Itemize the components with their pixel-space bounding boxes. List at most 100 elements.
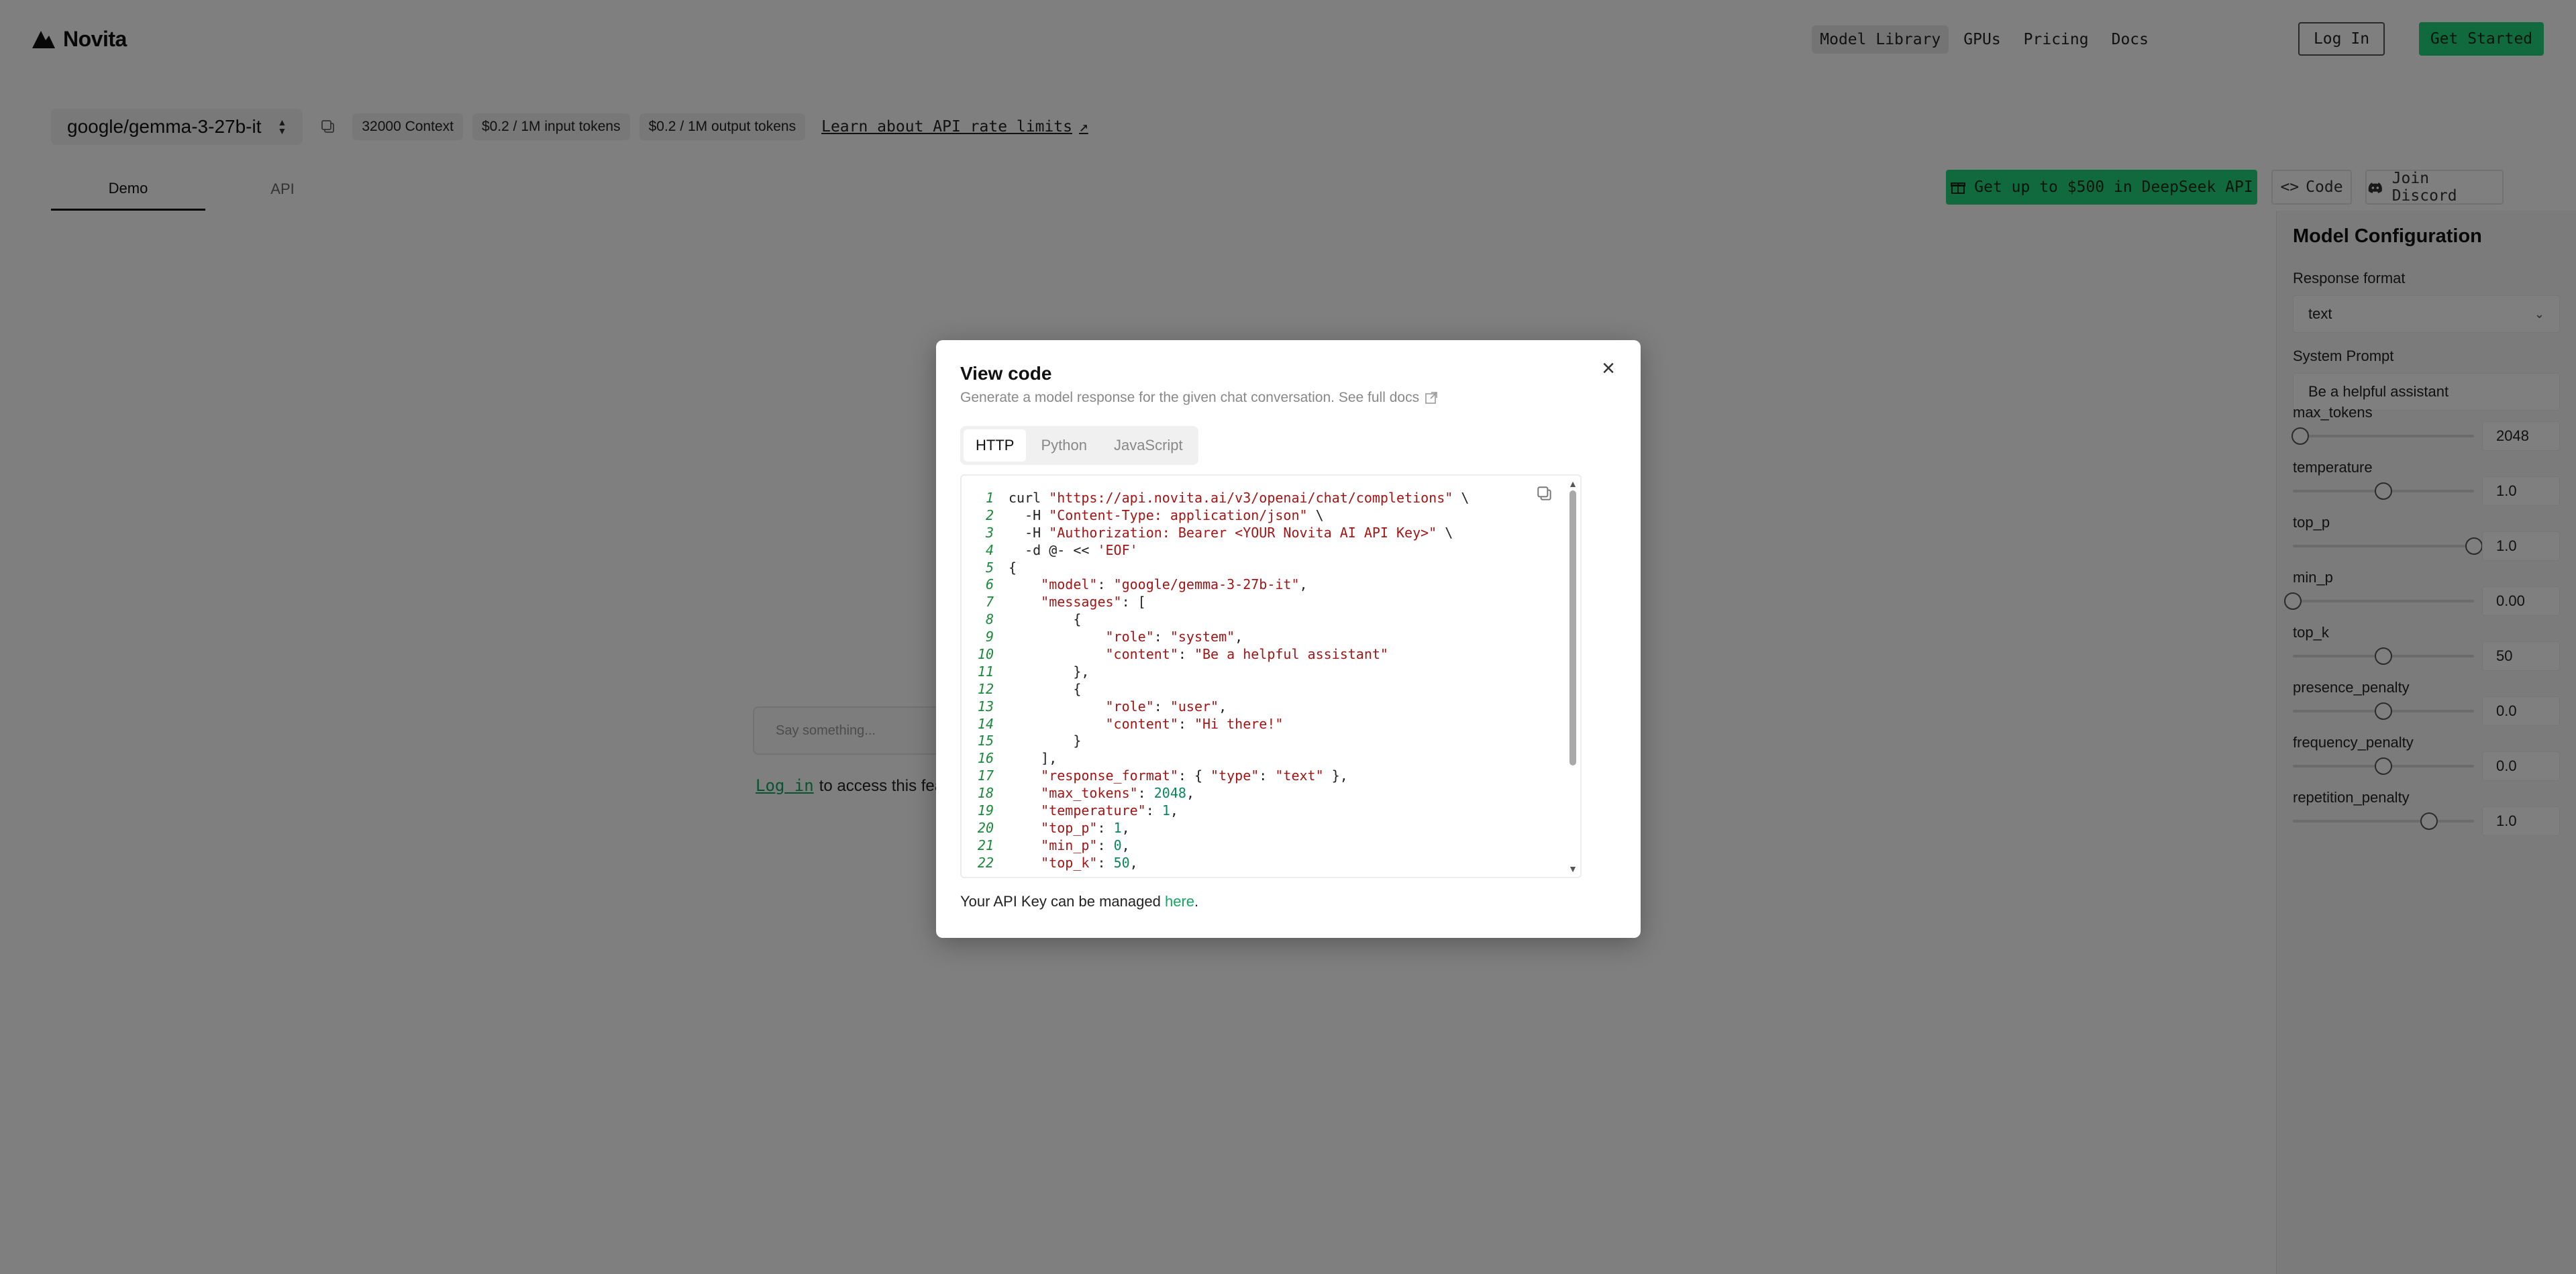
code-line: 2 -H "Content-Type: application/json" \ (962, 507, 1469, 524)
code-text: }, (1323, 767, 1348, 784)
code-text: : [ (1121, 594, 1146, 611)
code-line: 8 { (962, 611, 1469, 628)
code-line: 10 "content": "Be a helpful assistant" (962, 645, 1469, 663)
code-string: "Hi there!" (1194, 715, 1284, 732)
line-number: 10 (977, 645, 994, 662)
code-text: : (1097, 854, 1114, 871)
modal-subtitle-text[interactable]: Generate a model response for the given … (960, 390, 1419, 406)
code-text: -H (1009, 524, 1049, 541)
code-line: 6 "model": "google/gemma-3-27b-it", (962, 576, 1469, 593)
code-text: curl (1009, 489, 1049, 506)
scroll-down-arrow[interactable]: ▼ (1568, 863, 1578, 874)
line-number: 7 (985, 594, 994, 611)
line-number: 5 (985, 559, 994, 576)
code-text: \ (1307, 507, 1324, 523)
code-string: "system" (1170, 629, 1235, 645)
code-number: 50 (1113, 854, 1130, 871)
api-key-note-end: . (1194, 893, 1199, 910)
code-text: : (1097, 576, 1114, 593)
scrollbar-thumb[interactable] (1569, 490, 1576, 765)
code-line: 17 "response_format": { "type": "text" }… (962, 767, 1469, 784)
tab-javascript[interactable]: JavaScript (1102, 429, 1195, 462)
code-number: 1 (1162, 802, 1170, 818)
code-block: 1 curl "https://api.novita.ai/v3/openai/c… (960, 474, 1582, 878)
code-text: , (1121, 837, 1130, 853)
code-string: "Be a helpful assistant" (1194, 645, 1388, 662)
api-key-note-text: Your API Key can be managed (960, 893, 1161, 910)
code-string: "min_p" (1041, 837, 1098, 853)
line-number: 17 (977, 767, 994, 784)
code-text: : (1097, 837, 1114, 853)
line-number: 6 (985, 576, 994, 593)
line-number: 11 (977, 663, 994, 680)
code-string: "temperature" (1041, 802, 1146, 818)
line-number: 14 (977, 715, 994, 732)
code-line: 20 "top_p": 1, (962, 819, 1469, 837)
code-string: "role" (1105, 629, 1154, 645)
line-number: 1 (985, 489, 994, 506)
code-line: 19 "temperature": 1, (962, 802, 1469, 819)
code-string: 'EOF' (1097, 541, 1138, 558)
code-line: 4 -d @- << 'EOF' (962, 541, 1469, 559)
code-text: : (1178, 715, 1194, 732)
code-line: 14 "content": "Hi there!" (962, 715, 1469, 733)
code-text: ], (1009, 750, 1058, 767)
code-text: : (1145, 802, 1162, 818)
code-string: "Content-Type: application/json" (1049, 507, 1308, 523)
code-string: "user" (1170, 698, 1219, 714)
view-code-modal: View code × Generate a model response fo… (936, 340, 1641, 938)
code-string: "role" (1105, 698, 1154, 714)
tab-http[interactable]: HTTP (964, 429, 1027, 462)
code-string: "content" (1105, 645, 1178, 662)
copy-code-icon[interactable] (1536, 485, 1553, 502)
code-line: 9 "role": "system", (962, 628, 1469, 645)
code-string: "https://api.novita.ai/v3/openai/chat/co… (1049, 489, 1453, 506)
code-text: , (1299, 576, 1308, 593)
code-text: -d @- << (1009, 541, 1098, 558)
code-lines: 1 curl "https://api.novita.ai/v3/openai/c… (962, 489, 1469, 871)
code-string: "google/gemma-3-27b-it" (1113, 576, 1300, 593)
scroll-up-arrow[interactable]: ▲ (1568, 478, 1578, 489)
code-line: 18 "max_tokens": 2048, (962, 784, 1469, 802)
code-line: 12 { (962, 680, 1469, 698)
line-number: 19 (977, 802, 994, 818)
code-line: 3 -H "Authorization: Bearer <YOUR Novita… (962, 524, 1469, 541)
modal-subtitle: Generate a model response for the given … (960, 390, 1438, 406)
code-string: "top_k" (1041, 854, 1098, 871)
code-text: , (1235, 629, 1243, 645)
code-text: : (1259, 767, 1276, 784)
line-number: 22 (977, 854, 994, 871)
line-number: 21 (977, 837, 994, 853)
external-link-icon[interactable] (1425, 391, 1438, 405)
api-key-link[interactable]: here (1165, 893, 1194, 910)
code-text: { (1009, 611, 1082, 628)
code-line: 7 "messages": [ (962, 593, 1469, 611)
code-text: { (1009, 680, 1082, 697)
line-number: 3 (985, 524, 994, 541)
code-line: 16 ], (962, 749, 1469, 767)
tab-python[interactable]: Python (1029, 429, 1099, 462)
code-text: }, (1009, 663, 1090, 680)
code-text: { (1009, 559, 1017, 576)
code-string: "max_tokens" (1041, 785, 1138, 802)
close-icon[interactable]: × (1594, 354, 1623, 383)
code-line: 11 }, (962, 663, 1469, 680)
code-text: , (1219, 698, 1227, 714)
code-string: "top_p" (1041, 819, 1098, 836)
code-text: } (1009, 733, 1082, 749)
code-text: : { (1178, 767, 1211, 784)
line-number: 9 (985, 629, 994, 645)
code-line: 15 } (962, 732, 1469, 749)
line-number: 20 (977, 819, 994, 836)
code-string: "Authorization: Bearer <YOUR Novita AI A… (1049, 524, 1437, 541)
code-number: 1 (1113, 819, 1122, 836)
code-text: \ (1437, 524, 1453, 541)
